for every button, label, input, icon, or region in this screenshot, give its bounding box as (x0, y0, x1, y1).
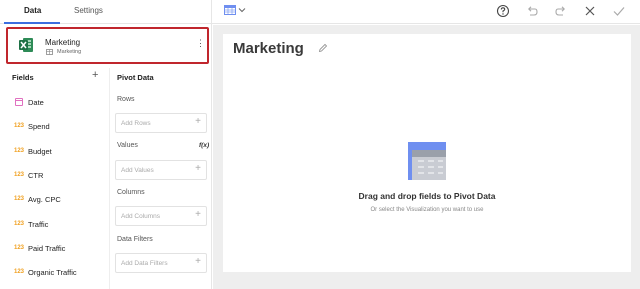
number-icon: 123 (14, 221, 25, 227)
dropzone-placeholder: Add Values (121, 167, 154, 174)
add-field-button[interactable]: + (92, 70, 98, 81)
add-data-filters-dropzone[interactable]: Add Data Filters + (115, 253, 207, 273)
table-icon (46, 49, 53, 55)
redo-icon[interactable] (554, 4, 568, 18)
field-label: Traffic (28, 220, 49, 229)
left-panel: Data Settings Marketing Marketing ⋮ Fiel… (0, 0, 212, 289)
edit-pencil-icon[interactable] (318, 43, 328, 53)
columns-label: Columns (117, 189, 145, 196)
number-icon: 123 (14, 172, 25, 178)
datasource-name: Marketing (45, 38, 81, 47)
visualization-card: Marketing Drag and drop fields to Pivot … (223, 34, 631, 272)
pivot-data-header: Pivot Data (117, 73, 154, 82)
fields-header: Fields (12, 73, 34, 82)
dropzone-placeholder: Add Columns (121, 213, 161, 220)
active-tab-indicator (4, 22, 60, 24)
rows-label: Rows (117, 96, 135, 103)
pivot-table-icon (408, 142, 446, 180)
help-icon[interactable] (496, 4, 510, 18)
datasource-sheet: Marketing (57, 49, 82, 55)
add-rows-dropzone[interactable]: Add Rows + (115, 113, 207, 133)
add-columns-dropzone[interactable]: Add Columns + (115, 206, 207, 226)
more-options-icon[interactable]: ⋮ (196, 39, 205, 48)
number-icon: 123 (14, 245, 25, 251)
field-label: Organic Traffic (28, 268, 77, 277)
excel-icon (19, 38, 33, 52)
number-icon: 123 (14, 148, 25, 154)
tab-settings[interactable]: Settings (74, 6, 103, 15)
plus-icon[interactable]: + (195, 210, 201, 220)
number-icon: 123 (14, 196, 25, 202)
empty-state-title: Drag and drop fields to Pivot Data (358, 191, 496, 201)
add-values-dropzone[interactable]: Add Values + (115, 160, 207, 180)
data-filters-label: Data Filters (117, 236, 153, 243)
number-icon: 123 (14, 269, 25, 275)
dropzone-placeholder: Add Rows (121, 120, 151, 127)
calendar-icon (15, 98, 23, 106)
datasource-card[interactable]: Marketing Marketing ⋮ (6, 27, 209, 64)
plus-icon[interactable]: + (195, 164, 201, 174)
function-button[interactable]: f(x) (199, 142, 209, 149)
field-label: Spend (28, 122, 50, 131)
tab-data[interactable]: Data (24, 6, 41, 15)
field-label: CTR (28, 171, 44, 180)
field-label: Budget (28, 147, 52, 156)
plus-icon[interactable]: + (195, 257, 201, 267)
top-toolbar (212, 0, 640, 24)
field-label: Date (28, 98, 44, 107)
values-label: Values (117, 142, 138, 149)
close-icon[interactable] (583, 4, 597, 18)
plus-icon[interactable]: + (195, 117, 201, 127)
dropzone-placeholder: Add Data Filters (121, 260, 168, 267)
visualization-title[interactable]: Marketing (233, 40, 304, 57)
grid-visualization-icon[interactable] (224, 5, 236, 15)
panel-tabs: Data Settings (0, 0, 212, 24)
field-label: Avg. CPC (28, 195, 61, 204)
undo-icon[interactable] (525, 4, 539, 18)
check-icon[interactable] (612, 4, 626, 18)
empty-state-subtitle: Or select the Visualization you want to … (370, 207, 484, 213)
divider (109, 68, 110, 289)
field-label: Paid Traffic (28, 244, 66, 253)
number-icon: 123 (14, 123, 25, 129)
chevron-down-icon[interactable] (238, 6, 246, 14)
